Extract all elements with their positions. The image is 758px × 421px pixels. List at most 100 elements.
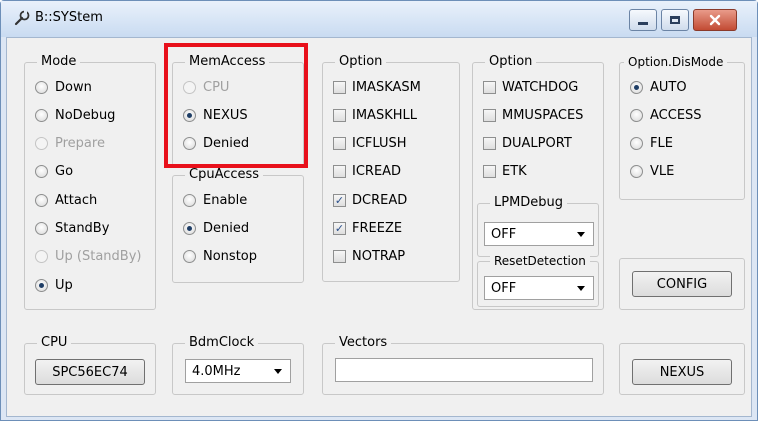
- checkbox-icon[interactable]: [333, 250, 346, 264]
- dismode-group-title: Option.DisMode: [624, 54, 728, 70]
- title-bar[interactable]: B::SYStem: [1, 1, 757, 37]
- mode-option[interactable]: Down: [35, 77, 92, 97]
- option1-checkbox-row[interactable]: ✓ DCREAD: [333, 190, 407, 210]
- mode-option[interactable]: Up: [35, 275, 73, 295]
- radio-icon[interactable]: [630, 80, 643, 94]
- radio-icon[interactable]: [35, 108, 48, 122]
- dismode-option-label: VLE: [650, 164, 675, 180]
- resetdetection-value: OFF: [491, 280, 517, 296]
- mode-option-label: Down: [55, 79, 92, 95]
- cpuaccess-group: CpuAccess Enable Denied Nonstop: [172, 167, 304, 283]
- option1-checkbox-row[interactable]: IMASKHLL: [333, 105, 417, 125]
- dismode-option[interactable]: ACCESS: [630, 105, 702, 125]
- lpmdebug-select[interactable]: OFF: [484, 222, 594, 246]
- radio-icon[interactable]: [35, 222, 48, 235]
- cpuaccess-option[interactable]: Enable: [183, 190, 247, 210]
- bdmclock-group-title: BdmClock: [185, 335, 259, 351]
- resetdetection-group: ResetDetection OFF: [477, 253, 599, 307]
- radio-icon[interactable]: [183, 249, 196, 263]
- mode-option-label: Up (StandBy): [55, 249, 142, 265]
- config-button[interactable]: CONFIG: [632, 271, 732, 297]
- option1-checkbox-row[interactable]: ICFLUSH: [333, 134, 407, 154]
- mode-option-label: Prepare: [55, 136, 105, 152]
- option2-checkbox-label: WATCHDOG: [502, 79, 579, 95]
- checkbox-icon[interactable]: [333, 80, 346, 94]
- option2-checkbox-label: DUALPORT: [502, 136, 572, 152]
- option-group-2-title: Option: [485, 54, 537, 70]
- chevron-down-icon: [577, 286, 585, 291]
- bdmclock-value: 4.0MHz: [192, 363, 241, 379]
- maximize-button[interactable]: [661, 9, 689, 31]
- bdmclock-select[interactable]: 4.0MHz: [185, 359, 291, 383]
- vectors-group-title: Vectors: [335, 335, 392, 351]
- lpmdebug-title: LPMDebug: [490, 195, 568, 211]
- resetdetection-select[interactable]: OFF: [484, 276, 594, 300]
- radio-icon[interactable]: [630, 165, 643, 179]
- radio-icon[interactable]: [35, 80, 48, 94]
- checkbox-checked-icon[interactable]: ✓: [333, 193, 346, 207]
- cpuaccess-group-title: CpuAccess: [185, 167, 264, 183]
- cpuaccess-option-label: Denied: [203, 220, 250, 236]
- option1-checkbox-row[interactable]: ICREAD: [333, 162, 401, 182]
- close-button[interactable]: [693, 9, 737, 31]
- checkbox-icon[interactable]: [483, 137, 496, 151]
- option1-checkbox-label: ICFLUSH: [352, 136, 407, 152]
- dismode-group: Option.DisMode AUTO ACCESS FLE VLE: [619, 54, 745, 200]
- mode-option-label: NoDebug: [55, 107, 116, 123]
- nexus-button[interactable]: NEXUS: [632, 359, 732, 385]
- option1-checkbox-row[interactable]: IMASKASM: [333, 77, 421, 97]
- maximize-icon: [670, 16, 680, 24]
- checkbox-icon[interactable]: [483, 165, 496, 179]
- mode-option: Prepare: [35, 134, 105, 154]
- cpu-group-title: CPU: [37, 335, 72, 351]
- dismode-option[interactable]: AUTO: [630, 77, 687, 97]
- option1-checkbox-label: IMASKHLL: [352, 107, 417, 123]
- radio-icon[interactable]: [183, 221, 196, 235]
- option-group-1-title: Option: [335, 54, 387, 70]
- option1-checkbox-label: DCREAD: [352, 192, 408, 208]
- cpuaccess-option[interactable]: Nonstop: [183, 246, 257, 266]
- option1-checkbox-row[interactable]: ✓ FREEZE: [333, 219, 402, 239]
- option2-checkbox-row[interactable]: WATCHDOG: [483, 77, 578, 97]
- lpmdebug-value: OFF: [491, 226, 517, 242]
- mode-option[interactable]: Go: [35, 162, 73, 182]
- option2-checkbox-row[interactable]: ETK: [483, 162, 527, 182]
- checkbox-icon[interactable]: [333, 137, 346, 151]
- checkbox-icon[interactable]: [333, 165, 346, 179]
- dismode-option[interactable]: VLE: [630, 162, 674, 182]
- dismode-option[interactable]: FLE: [630, 134, 673, 154]
- radio-icon[interactable]: [183, 193, 196, 207]
- system-window: B::SYStem Mode Down NoDebug Prepare Go Attac…: [0, 0, 758, 421]
- mode-group: Mode Down NoDebug Prepare Go Attach StandBy Up…: [24, 54, 156, 310]
- checkbox-checked-icon[interactable]: ✓: [333, 222, 346, 235]
- dialog-body: Mode Down NoDebug Prepare Go Attach StandBy Up…: [6, 37, 752, 417]
- mode-option[interactable]: StandBy: [35, 219, 109, 239]
- radio-icon[interactable]: [35, 278, 48, 292]
- option2-checkbox-row[interactable]: DUALPORT: [483, 134, 572, 154]
- option1-checkbox-row[interactable]: NOTRAP: [333, 247, 405, 267]
- radio-icon[interactable]: [630, 108, 643, 122]
- resetdetection-title: ResetDetection: [490, 253, 590, 269]
- checkbox-icon[interactable]: [483, 80, 496, 94]
- checkbox-icon[interactable]: [483, 108, 496, 122]
- option2-checkbox-row[interactable]: MMUSPACES: [483, 105, 583, 125]
- option-group-1: Option IMASKASM IMASKHLL ICFLUSH ICREAD ✓ DCR…: [322, 54, 460, 282]
- mode-option-label: Go: [55, 164, 74, 180]
- memaccess-highlight-box: [164, 43, 308, 168]
- mode-option-label: Attach: [55, 192, 98, 208]
- radio-icon: [35, 250, 48, 264]
- minimize-button[interactable]: [629, 9, 657, 31]
- checkbox-icon[interactable]: [333, 108, 346, 122]
- mode-option[interactable]: Attach: [35, 190, 97, 210]
- radio-icon[interactable]: [35, 165, 48, 179]
- cpuaccess-option-label: Enable: [203, 192, 248, 208]
- dismode-option-label: FLE: [650, 136, 673, 152]
- cpu-button[interactable]: SPC56EC74: [35, 359, 145, 385]
- cpuaccess-option[interactable]: Denied: [183, 218, 249, 238]
- vectors-input[interactable]: [335, 358, 593, 382]
- mode-option[interactable]: NoDebug: [35, 105, 115, 125]
- radio-icon[interactable]: [630, 137, 643, 151]
- window-title: B::SYStem: [35, 10, 103, 25]
- radio-icon[interactable]: [35, 193, 48, 207]
- option1-checkbox-label: NOTRAP: [352, 249, 406, 265]
